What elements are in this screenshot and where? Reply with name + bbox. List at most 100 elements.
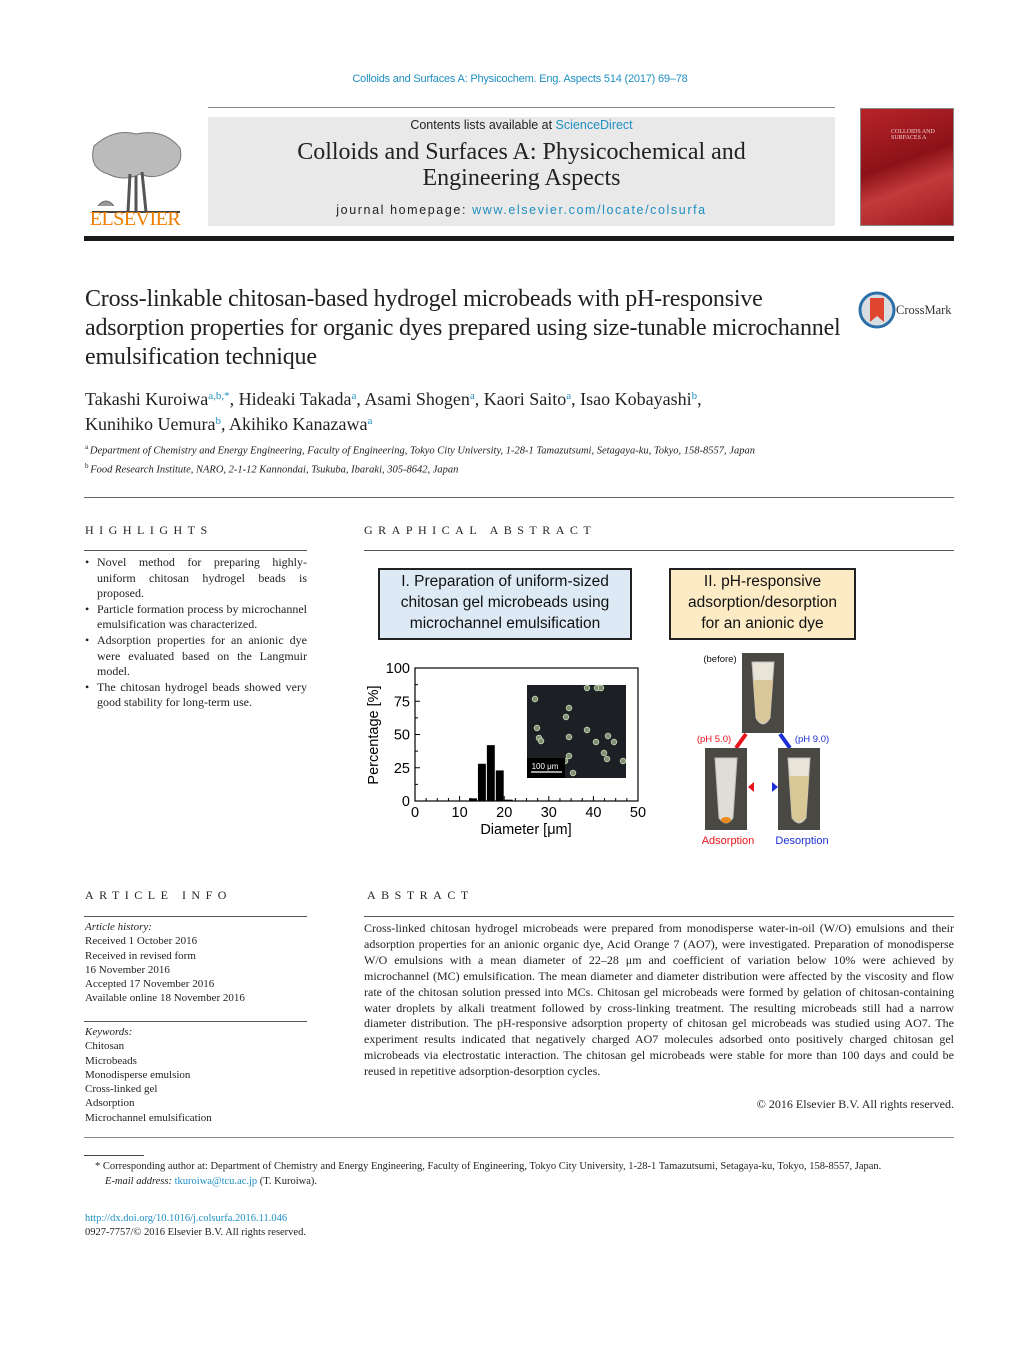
author-affiliation-mark[interactable]: a: [367, 415, 372, 427]
journal-citation[interactable]: Colloids and Surfaces A: Physicochem. En…: [0, 73, 1020, 85]
journal-cover-image[interactable]: COLLOIDS AND SURFACES A: [860, 108, 954, 226]
ph9-label: (pH 9.0): [795, 734, 829, 745]
history-item: 16 November 2016: [85, 963, 170, 976]
article-title: Cross-linkable chitosan-based hydrogel m…: [85, 286, 841, 370]
abstract-text: Cross-linked chitosan hydrogel microbead…: [364, 921, 954, 1079]
author[interactable]: Kunihiko Uemurab: [85, 414, 221, 434]
diameter-histogram: 0 10 20 30 40 50 0 25 50 75 100 Diameter [μm] Per…: [366, 661, 646, 838]
history-item: Received in revised form: [85, 949, 196, 962]
email-line: E-mail address: tkuroiwa@tcu.ac.jp (T. K…: [105, 1175, 318, 1187]
author-affiliation-mark[interactable]: b: [692, 390, 698, 402]
homepage-link[interactable]: www.elsevier.com/locate/colsurfa: [472, 203, 707, 217]
y-tick-label: 25: [394, 761, 410, 777]
microbead: [583, 726, 591, 734]
keyword: Microbeads: [85, 1054, 137, 1067]
y-tick-label: 100: [386, 661, 410, 677]
issn-line: 0927-7757/© 2016 Elsevier B.V. All right…: [85, 1227, 306, 1238]
keyword: Chitosan: [85, 1040, 125, 1053]
author[interactable]: Hideaki Takadaa: [239, 389, 357, 409]
y-axis-label: Percentage [%]: [366, 685, 382, 784]
email-link[interactable]: tkuroiwa@tcu.ac.jp: [175, 1176, 258, 1187]
author[interactable]: Asami Shogena: [364, 389, 474, 409]
microbead: [610, 738, 618, 746]
author-list: Takashi Kuroiwaa,b,*, Hideaki Takadaa, A…: [85, 389, 702, 434]
x-tick-label: 0: [411, 805, 419, 821]
highlight-item: Adsorption properties for an anionic dye…: [85, 633, 307, 680]
author-affiliation-mark[interactable]: a: [470, 390, 475, 402]
corresponding-author-note: * Corresponding author at: Department of…: [85, 1160, 955, 1189]
microbead: [604, 732, 612, 740]
author-affiliation-mark[interactable]: a: [566, 390, 571, 402]
microbead: [600, 749, 608, 757]
microbead: [565, 704, 573, 712]
cover-title: COLLOIDS AND SURFACES A: [891, 129, 935, 141]
highlight-item: Novel method for preparing highly-unifor…: [85, 555, 307, 602]
desorption-label: Desorption: [775, 835, 828, 847]
y-tick-labels: 0 25 50 75 100: [386, 661, 410, 810]
keyword: Monodisperse emulsion: [85, 1068, 191, 1081]
crossmark-label[interactable]: CrossMark: [896, 303, 952, 318]
article-history: Article history: Received 1 October 2016…: [85, 920, 307, 1006]
abstract-heading: ABSTRACT: [367, 888, 474, 902]
author-affiliation-mark[interactable]: a,b,*: [208, 390, 229, 402]
histogram-bar: [486, 745, 495, 801]
affiliation: b Food Research Institute, NARO, 2-1-12 …: [85, 461, 459, 476]
contents-line: Contents lists available at ScienceDirec…: [410, 118, 633, 132]
elsevier-wordmark: ELSEVIER: [89, 208, 181, 230]
doi-link[interactable]: http://dx.doi.org/10.1016/j.colsurfa.201…: [85, 1212, 287, 1227]
author[interactable]: Takashi Kuroiwaa,b,*: [85, 389, 230, 409]
journal-title: Colloids and Surfaces A: Physicochemical…: [297, 139, 746, 191]
highlight-item: Particle formation process by microchann…: [85, 602, 307, 633]
highlight-item: The chitosan hydrogel beads showed very …: [85, 680, 307, 711]
tube-before: [742, 653, 784, 733]
x-axis-label: Diameter [μm]: [480, 822, 571, 838]
affiliation: a Department of Chemistry and Energy Eng…: [85, 443, 755, 457]
author-affiliation-mark[interactable]: a: [351, 390, 356, 402]
microbead: [565, 733, 573, 741]
author-affiliation-mark[interactable]: b: [215, 415, 221, 427]
keyword: Adsorption: [85, 1097, 135, 1110]
x-tick-label: 10: [452, 805, 468, 821]
sciencedirect-link[interactable]: ScienceDirect: [556, 118, 633, 132]
divider: [364, 550, 954, 551]
microbead: [583, 684, 591, 692]
arrow-ph5: [734, 732, 748, 750]
scale-bar-label: 100 μm: [532, 762, 559, 771]
x-tick-labels: 0 10 20 30 40 50: [411, 805, 646, 821]
before-label: (before): [703, 654, 736, 665]
graphical-abstract-heading: GRAPHICAL ABSTRACT: [364, 523, 597, 537]
microbead: [597, 684, 605, 692]
ph5-label: (pH 5.0): [697, 734, 731, 745]
divider: [84, 550, 307, 551]
affiliations: a Department of Chemistry and Energy Eng…: [85, 440, 955, 477]
keywords-label: Keywords:: [85, 1026, 133, 1038]
divider: [84, 497, 954, 498]
microbead: [537, 737, 545, 745]
author[interactable]: Isao Kobayashib: [580, 389, 697, 409]
microbead: [565, 752, 573, 760]
history-label: Article history:: [85, 921, 152, 933]
tube-adsorption: [705, 748, 747, 830]
y-tick-label: 0: [402, 794, 410, 810]
highlights-heading: HIGHLIGHTS: [85, 523, 213, 537]
author[interactable]: Kaori Saitoa: [484, 389, 571, 409]
y-tick-label: 50: [394, 728, 410, 744]
divider: [84, 916, 307, 917]
abstract-copyright: © 2016 Elsevier B.V. All rights reserved…: [756, 1097, 954, 1111]
divider: [84, 1021, 307, 1022]
author[interactable]: Akihiko Kanazawaa: [229, 414, 372, 434]
microbead: [569, 769, 577, 777]
y-tick-label: 75: [394, 694, 410, 710]
histogram-bar: [504, 799, 513, 801]
microscope-inset: 100 μm: [527, 684, 627, 778]
header-divider: [84, 236, 954, 241]
keyword: Cross-linked gel: [85, 1083, 158, 1096]
preparation-box: I. Preparation of uniform-sized chitosan…: [378, 568, 632, 640]
adsorption-box: II. pH-responsive adsorption/desorption …: [669, 568, 856, 640]
history-item: Accepted 17 November 2016: [85, 978, 215, 991]
journal-homepage: journal homepage: www.elsevier.com/locat…: [336, 203, 707, 217]
tube-photos: (before) (pH 5.0) (pH 9.0) Adsorption De…: [697, 653, 829, 847]
x-tick-label: 50: [630, 805, 646, 821]
divider: [208, 107, 835, 108]
arrow-ph9: [778, 732, 792, 750]
